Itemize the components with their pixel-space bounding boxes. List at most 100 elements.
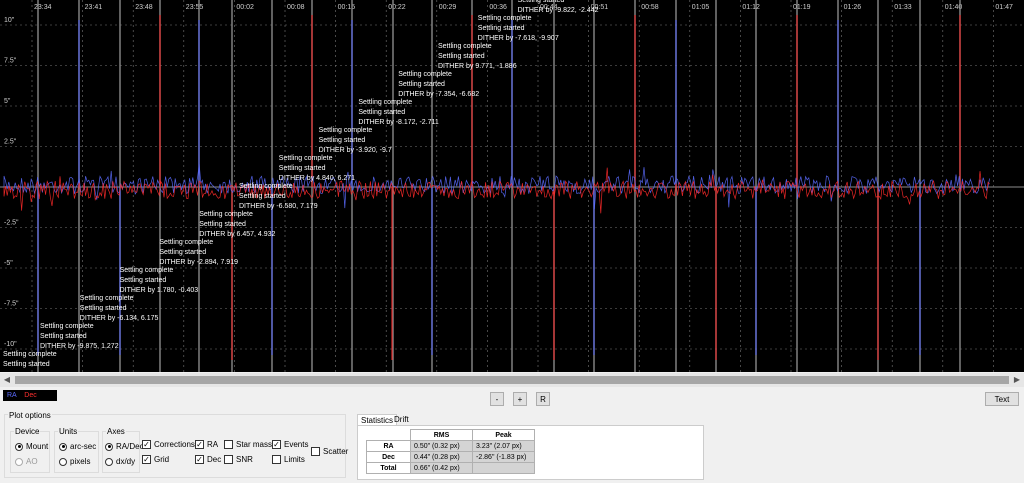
- snr-checkbox[interactable]: SNR: [224, 455, 253, 464]
- y-tick-label: -2.5": [4, 220, 19, 227]
- checkbox-indicator: ✓: [142, 455, 151, 464]
- event-annotations: Settling complete Settling started Settlin…: [3, 0, 599, 368]
- y-tick-label: 5": [4, 98, 11, 105]
- checkbox-indicator: [311, 447, 320, 456]
- scroll-left-arrow[interactable]: ◀: [0, 373, 14, 387]
- graph-scrollbar[interactable]: ◀ ▶: [0, 373, 1024, 387]
- limits-checkbox[interactable]: Limits: [272, 455, 305, 464]
- grid-checkbox[interactable]: ✓ Grid: [142, 455, 169, 464]
- zoom-out-button[interactable]: -: [490, 392, 504, 406]
- y-tick-label: -10": [4, 341, 17, 348]
- reset-zoom-button[interactable]: R: [536, 392, 550, 406]
- event-annotation-line: DITHER by -6.134, 6.175: [80, 315, 159, 322]
- table-row: Dec 0.44" (0.28 px) -2.86" (-1.83 px): [366, 451, 535, 463]
- event-annotation-line: Settling started: [319, 137, 366, 144]
- axes-radec-radio[interactable]: RA/Dec: [105, 442, 144, 451]
- checkbox-indicator: ✓: [142, 440, 151, 449]
- scatter-checkbox[interactable]: Scatter: [311, 447, 348, 456]
- event-annotation-line: Settling started: [279, 165, 326, 172]
- units-group: Units arc-sec pixels: [54, 427, 99, 473]
- event-annotation-line: Settling started: [80, 305, 127, 312]
- statistics-panel: Statistics Drift RMS Peak RA 0.50" (0.32…: [357, 414, 704, 480]
- units-title: Units: [58, 427, 79, 436]
- event-annotation-line: DITHER by 1.780, -0.403: [120, 287, 199, 294]
- event-annotation-line: Settling started: [199, 221, 246, 228]
- y-axis: 10" 7.5" 5" 2.5" -2.5" -5" -7.5" -10": [4, 17, 19, 348]
- dec-rms: 0.44" (0.28 px): [410, 451, 473, 463]
- time-tick-label: 23:48: [135, 4, 153, 11]
- y-tick-label: 2.5": [4, 139, 17, 146]
- event-annotation-line: Settling complete: [319, 127, 373, 134]
- corrections-checkbox[interactable]: ✓ Corrections: [142, 440, 195, 449]
- events-checkbox[interactable]: ✓ Events: [272, 440, 308, 449]
- event-annotation-line: Settling complete: [478, 15, 532, 22]
- device-mount-radio[interactable]: Mount: [15, 442, 48, 451]
- rms-header: RMS: [410, 429, 473, 441]
- checkbox-indicator: [224, 440, 233, 449]
- checkbox-indicator: ✓: [195, 440, 204, 449]
- y-tick-label: 10": [4, 17, 15, 24]
- zoom-in-button[interactable]: +: [513, 392, 527, 406]
- event-annotation-line: Settling complete: [120, 267, 174, 274]
- event-annotation-line: DITHER by 9.771, -1.886: [438, 63, 517, 70]
- event-annotation-line: Settling started: [518, 0, 565, 4]
- radio-indicator: [59, 442, 67, 451]
- scroll-thumb[interactable]: [15, 376, 1009, 384]
- event-annotation-line: Settling started: [358, 109, 405, 116]
- text-button[interactable]: Text: [985, 392, 1019, 406]
- time-tick-label: 01:26: [844, 4, 862, 11]
- event-annotation-line: Settling started: [159, 249, 206, 256]
- time-tick-label: 01:33: [894, 4, 912, 11]
- table-corner: [367, 430, 411, 441]
- event-annotation-line: Settling complete: [159, 239, 213, 246]
- units-arcsec-radio[interactable]: arc-sec: [59, 442, 96, 451]
- time-tick-label: 00:58: [641, 4, 659, 11]
- event-annotation-line: Settling started: [239, 193, 286, 200]
- table-row: RA 0.50" (0.32 px) 3.23" (2.07 px): [366, 440, 535, 452]
- dec-checkbox[interactable]: ✓ Dec: [195, 455, 221, 464]
- time-tick-label: 00:02: [236, 4, 254, 11]
- event-annotation-line: Settling complete: [80, 295, 134, 302]
- table-header-row: RMS Peak: [367, 429, 535, 441]
- ra-rms: 0.50" (0.32 px): [410, 440, 473, 452]
- event-annotation-line: DITHER by -8.172, -2.711: [358, 119, 439, 126]
- row-label: RA: [366, 440, 411, 452]
- star-mass-checkbox[interactable]: Star mass: [224, 440, 272, 449]
- scroll-right-arrow[interactable]: ▶: [1010, 373, 1024, 387]
- radio-indicator: [105, 442, 113, 451]
- time-tick-label: 23:34: [34, 4, 52, 11]
- event-annotation-line: Settling complete: [40, 323, 94, 330]
- guiding-graph[interactable]: 23:34 23:41 23:48 23:55 00:02 00:08 00:15 00:22…: [0, 0, 1024, 372]
- row-label: Total: [366, 462, 411, 474]
- dec-peak: -2.86" (-1.83 px): [472, 451, 535, 463]
- time-tick-label: 00:29: [439, 4, 457, 11]
- event-annotation-line: Settling complete: [279, 155, 333, 162]
- peak-header: Peak: [472, 429, 535, 441]
- device-group: Device Mount AO: [10, 427, 50, 473]
- units-pixels-radio[interactable]: pixels: [59, 457, 90, 466]
- checkbox-indicator: ✓: [272, 440, 281, 449]
- time-tick-label: 00:22: [388, 4, 406, 11]
- event-annotation-line: Settling complete: [358, 99, 412, 106]
- tab-drift[interactable]: Drift: [391, 414, 412, 425]
- event-annotation-line: Settling started: [438, 53, 485, 60]
- graph-legend: RA Dec: [3, 390, 57, 401]
- checkbox-indicator: [224, 455, 233, 464]
- event-annotation-line: DITHER by -7.618, -9.907: [478, 35, 559, 42]
- axes-title: Axes: [106, 427, 126, 436]
- checkbox-indicator: [272, 455, 281, 464]
- event-annotation-line: Settling started: [40, 333, 87, 340]
- event-annotation-line: Settling started: [398, 81, 445, 88]
- statistics-table: RMS Peak RA 0.50" (0.32 px) 3.23" (2.07 …: [366, 429, 535, 474]
- event-annotation-line: DITHER by 4.840, 6.271: [279, 175, 355, 182]
- event-annotation-line: DITHER by -9.822, -2.442: [518, 7, 599, 14]
- axes-dxdy-radio[interactable]: dx/dy: [105, 457, 135, 466]
- time-tick-label: 00:08: [287, 4, 305, 11]
- event-annotation-line: Settling complete: [239, 183, 293, 190]
- event-annotation-line: DITHER by -6.580, 7.179: [239, 203, 318, 210]
- event-annotation-line: Settling started: [3, 361, 50, 368]
- y-tick-label: 7.5": [4, 58, 17, 65]
- device-title: Device: [14, 427, 41, 436]
- ra-checkbox[interactable]: ✓ RA: [195, 440, 218, 449]
- event-annotation-line: Settling complete: [438, 43, 492, 50]
